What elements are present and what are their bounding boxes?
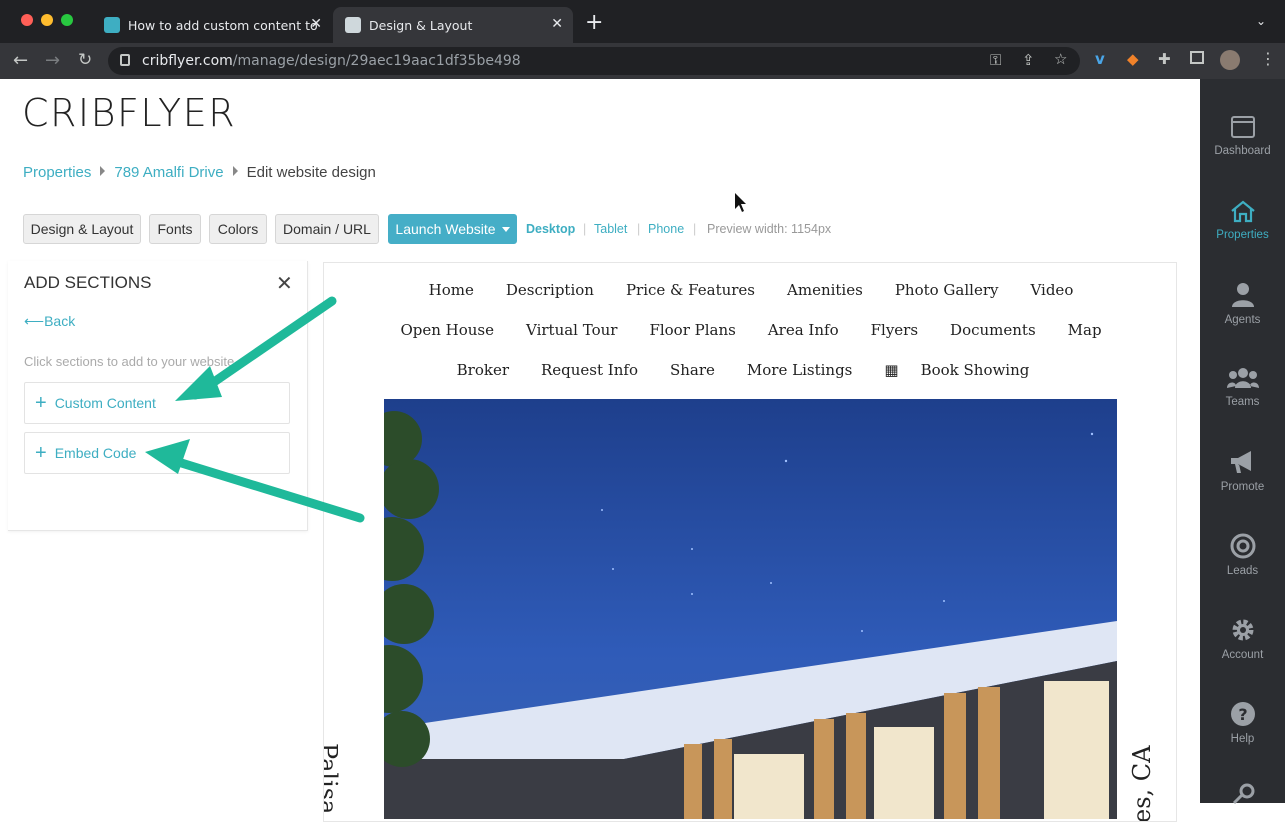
metamask-extension-icon[interactable]: ◆ [1127, 50, 1139, 68]
key-icon [1232, 783, 1254, 805]
browser-tab-strip: How to add custom content to ✕ Design & … [0, 0, 1285, 43]
extensions-puzzle-icon[interactable]: ✚ [1158, 50, 1171, 68]
users-icon [1226, 368, 1259, 388]
back-arrow-icon[interactable]: ← [13, 50, 28, 71]
arrowhead-icon [175, 366, 222, 401]
window-minimize-dot[interactable] [41, 14, 53, 26]
rail-item-agents[interactable]: Agents [1200, 282, 1285, 326]
reload-icon[interactable]: ↻ [78, 50, 92, 70]
arrowhead-icon [145, 439, 190, 474]
forward-arrow-icon[interactable]: → [45, 50, 60, 71]
rail-item-account[interactable]: Account [1200, 617, 1285, 661]
profile-avatar[interactable] [1220, 50, 1240, 70]
app-page: CRIBFLYER Properties 789 Amalfi Drive Edit… [0, 79, 1285, 822]
rail-item-leads[interactable]: Leads [1200, 533, 1285, 577]
svg-text:?: ? [1238, 705, 1247, 724]
window-close-dot[interactable] [21, 14, 33, 26]
tab-title: Design & Layout [369, 17, 473, 33]
vimeo-extension-icon[interactable]: v [1095, 50, 1105, 68]
target-icon [1230, 533, 1255, 559]
browser-tab-help[interactable]: How to add custom content to ✕ [92, 7, 332, 43]
home-icon [1230, 200, 1255, 223]
browser-toolbar: ← → ↻ cribflyer.com/manage/design/29aec1… [0, 43, 1285, 79]
new-tab-icon[interactable]: + [585, 10, 603, 35]
browser-tab-design[interactable]: Design & Layout ✕ [333, 7, 573, 43]
gear-icon [1232, 619, 1253, 641]
rail-item-properties[interactable]: Properties [1200, 199, 1285, 241]
side-panel-icon[interactable] [1190, 51, 1204, 64]
share-icon[interactable]: ⇪ [1022, 51, 1035, 69]
arrow-to-embed-code [157, 452, 365, 523]
rail-item-key[interactable] [1200, 783, 1285, 811]
rail-item-dashboard[interactable]: Dashboard [1200, 115, 1285, 157]
rail-item-help[interactable]: ? Help [1200, 701, 1285, 745]
cribflyer-favicon-icon [345, 17, 361, 33]
rail-item-promote[interactable]: Promote [1200, 449, 1285, 493]
lock-icon [120, 54, 130, 66]
right-nav-rail: Dashboard Properties Agents Teams Promot… [1200, 79, 1285, 805]
tab-title: How to add custom content to [128, 17, 318, 33]
rail-item-teams[interactable]: Teams [1200, 366, 1285, 408]
mouse-cursor-icon [735, 193, 746, 212]
annotation-arrows [145, 193, 746, 523]
address-bar[interactable]: cribflyer.com/manage/design/29aec19aac1d… [108, 47, 1080, 75]
question-icon: ? [1230, 702, 1255, 726]
user-icon [1231, 283, 1254, 307]
tab-search-chevron-icon[interactable]: ⌄ [1256, 14, 1266, 28]
window-zoom-dot[interactable] [61, 14, 73, 26]
star-icon[interactable]: ☆ [1054, 50, 1067, 68]
more-menu-icon[interactable]: ⋮ [1260, 49, 1276, 68]
window-icon [1230, 116, 1255, 138]
cribflyer-favicon-icon [104, 17, 120, 33]
url-text: cribflyer.com/manage/design/29aec19aac1d… [142, 53, 521, 69]
tab-close-icon[interactable]: ✕ [551, 16, 563, 32]
megaphone-icon [1230, 451, 1251, 473]
key-icon[interactable]: ⚿ [990, 51, 1001, 69]
tab-close-icon[interactable]: ✕ [310, 16, 322, 32]
